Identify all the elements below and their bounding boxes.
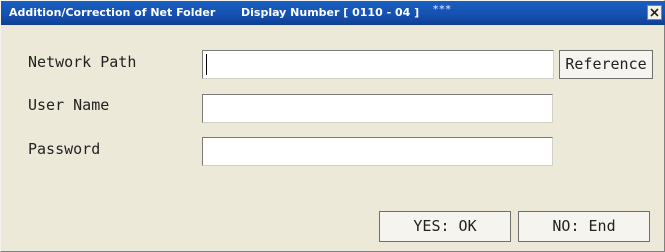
user-name-input[interactable]: [202, 94, 553, 123]
no-end-button[interactable]: NO: End: [518, 211, 650, 242]
network-path-input[interactable]: [202, 50, 554, 79]
window-title: Addition/Correction of Net Folder: [9, 6, 216, 19]
close-button[interactable]: [647, 5, 662, 20]
text-caret: [206, 54, 207, 75]
title-stars: ***: [433, 4, 452, 15]
password-input[interactable]: [202, 137, 553, 166]
title-bar[interactable]: Addition/Correction of Net Folder Displa…: [1, 1, 665, 25]
reference-button[interactable]: Reference: [559, 50, 653, 79]
user-name-label: User Name: [28, 96, 110, 114]
dialog-window: Addition/Correction of Net Folder Displa…: [0, 0, 665, 252]
yes-ok-button[interactable]: YES: OK: [379, 211, 511, 242]
display-number: Display Number [ 0110 - 04 ]: [241, 6, 420, 19]
close-icon: [650, 8, 659, 17]
network-path-label: Network Path: [28, 53, 137, 71]
password-label: Password: [28, 140, 101, 158]
